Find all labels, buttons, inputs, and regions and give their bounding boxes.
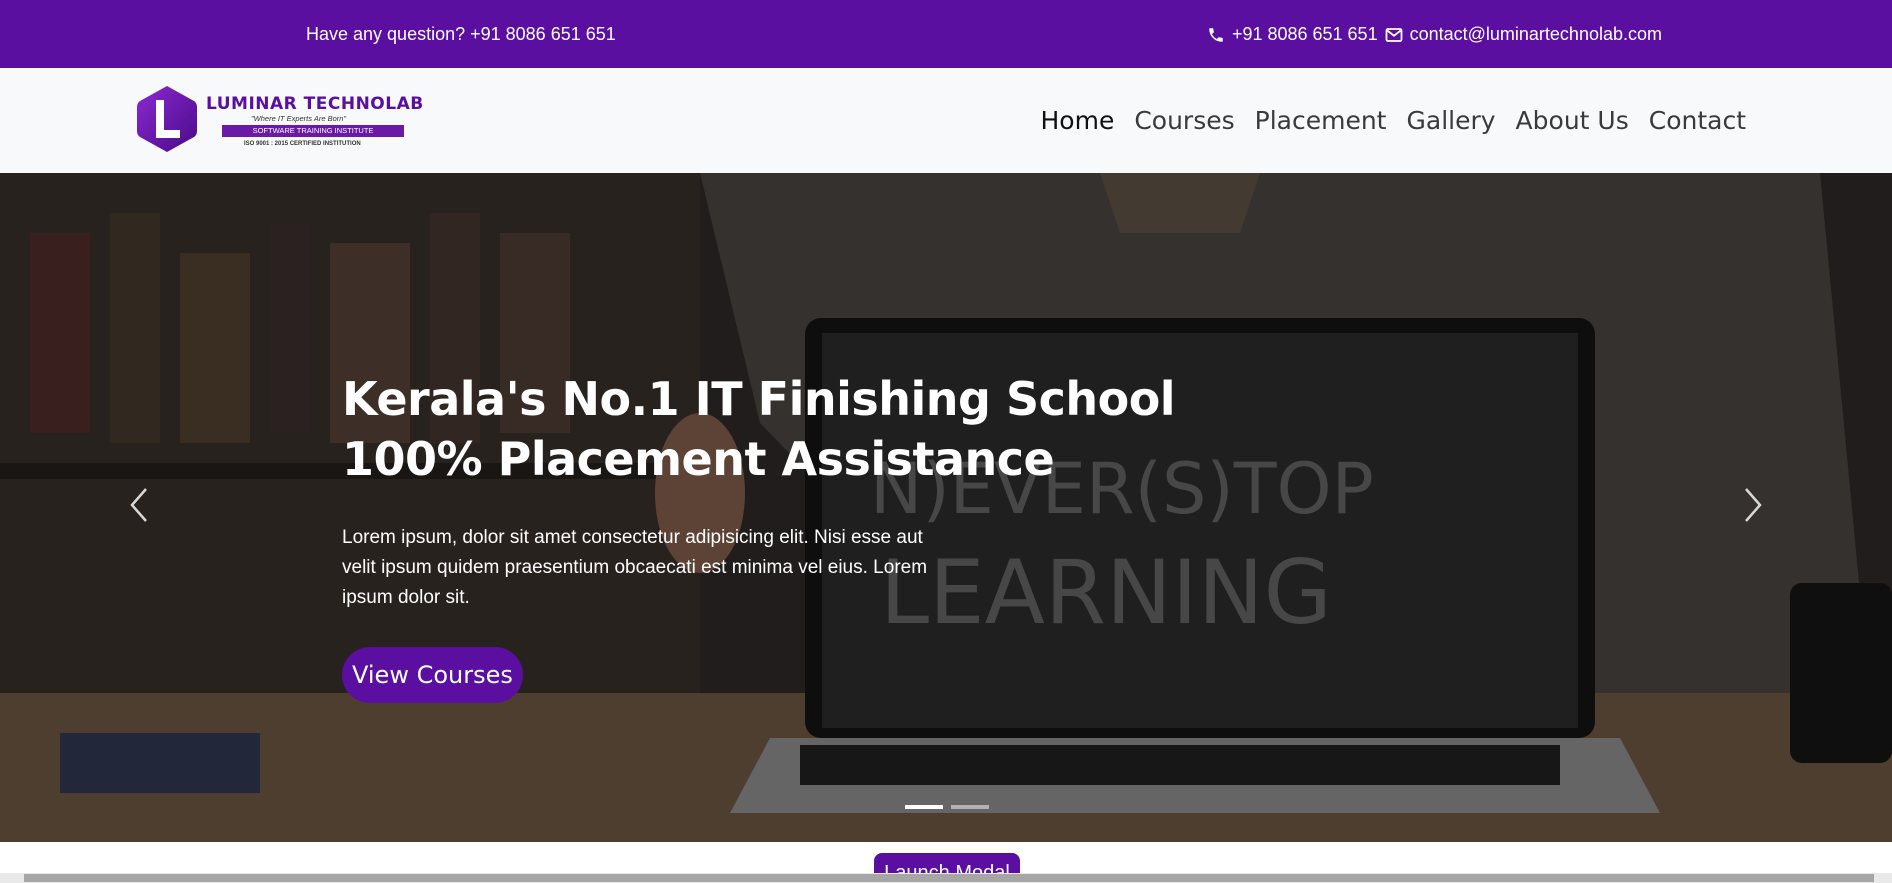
scrollbar-thumb[interactable] [24, 874, 1874, 882]
nav-gallery[interactable]: Gallery [1407, 106, 1496, 135]
hero-caption: Kerala's No.1 IT Finishing School 100% P… [342, 369, 1242, 703]
hero-title: Kerala's No.1 IT Finishing School 100% P… [342, 369, 1242, 489]
carousel-indicator-2[interactable] [951, 805, 989, 809]
envelope-icon [1384, 25, 1404, 45]
primary-nav: Home Courses Placement Gallery About Us … [1041, 106, 1747, 135]
view-courses-button[interactable]: View Courses [342, 647, 523, 703]
carousel-next-icon[interactable] [1738, 485, 1768, 525]
logo-iso: ISO 9001 : 2015 CERTIFIED INSTITUTION [244, 141, 361, 147]
phone-link[interactable]: +91 8086 651 651 [1232, 24, 1378, 45]
hero-description: Lorem ipsum, dolor sit amet consectetur … [342, 527, 928, 608]
hero-title-line-2: 100% Placement Assistance [342, 432, 1055, 486]
question-text: Have any question? +91 8086 651 651 [306, 24, 616, 44]
hero-carousel: N)EVER(S)TOP LEARNING Kerala's No.1 IT F… [0, 173, 1892, 842]
phone-icon [1206, 25, 1226, 45]
logo-brand-text: LUMINAR TECHNOLAB [206, 94, 424, 114]
hero-title-line-1: Kerala's No.1 IT Finishing School [342, 372, 1176, 426]
contact-info: +91 8086 651 651 contact@luminartechnola… [1206, 24, 1662, 45]
logo-strip: SOFTWARE TRAINING INSTITUTE [222, 125, 404, 137]
carousel-prev-icon[interactable] [124, 485, 154, 525]
logo-hexagon-icon [137, 86, 197, 152]
carousel-indicators [905, 805, 989, 809]
nav-about-us[interactable]: About Us [1516, 106, 1629, 135]
top-contact-bar: Have any question? +91 8086 651 651 +91 … [0, 0, 1892, 68]
carousel-indicator-1[interactable] [905, 805, 943, 809]
nav-placement[interactable]: Placement [1255, 106, 1387, 135]
logo-tagline: "Where IT Experts Are Born" [251, 114, 347, 123]
site-logo[interactable]: LUMINAR TECHNOLAB "Where IT Experts Are … [136, 84, 426, 156]
nav-home[interactable]: Home [1041, 106, 1115, 135]
horizontal-scrollbar[interactable] [0, 873, 1892, 883]
nav-contact[interactable]: Contact [1649, 106, 1746, 135]
nav-courses[interactable]: Courses [1134, 106, 1234, 135]
email-link[interactable]: contact@luminartechnolab.com [1410, 24, 1662, 45]
